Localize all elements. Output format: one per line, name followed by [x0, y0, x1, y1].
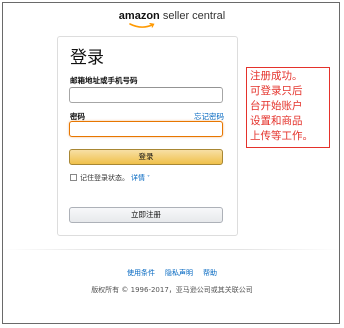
- details-link[interactable]: 详情: [131, 174, 145, 182]
- amazon-seller-central-logo[interactable]: amazon seller central: [0, 10, 344, 28]
- note-line: 注册成功。: [250, 70, 303, 82]
- footer-links: 使用条件 隐私声明 帮助: [0, 270, 344, 277]
- signin-button[interactable]: 登录: [69, 149, 223, 165]
- signin-title: 登录: [70, 48, 104, 68]
- caret-down-icon[interactable]: ˅: [147, 175, 150, 182]
- forgot-password-link[interactable]: 忘记密码: [194, 113, 224, 121]
- register-button[interactable]: 立即注册: [69, 207, 223, 223]
- note-line: 上传等工作。: [250, 130, 313, 142]
- remember-me-label[interactable]: 记住登录状态。: [80, 174, 129, 182]
- logo-brand-text: amazon: [118, 10, 160, 22]
- remember-me-checkbox[interactable]: [70, 173, 77, 181]
- remember-me-row: 记住登录状态。 详情 ˅: [70, 173, 150, 183]
- footer-link-help[interactable]: 帮助: [203, 269, 217, 277]
- password-field[interactable]: [69, 121, 223, 137]
- email-field[interactable]: [69, 87, 223, 103]
- footer-link-privacy[interactable]: 隐私声明: [165, 269, 193, 277]
- annotation-note-box: 注册成功。 可登录只后 台开始账户 设置和商品 上传等工作。: [246, 67, 330, 148]
- note-line: 台开始账户: [250, 100, 303, 112]
- amazon-smile-icon: [129, 23, 155, 28]
- password-label: 密码: [70, 112, 85, 121]
- note-line: 设置和商品: [250, 115, 303, 127]
- copyright-text: 版权所有 © 1996-2017，亚马逊公司或其关联公司: [91, 286, 253, 294]
- email-label: 邮箱地址或手机号码: [70, 76, 138, 85]
- footer-link-conditions[interactable]: 使用条件: [127, 269, 155, 277]
- note-line: 可登录只后: [250, 85, 303, 97]
- logo-product-text: seller central: [159, 10, 226, 22]
- footer-divider: [2, 249, 340, 250]
